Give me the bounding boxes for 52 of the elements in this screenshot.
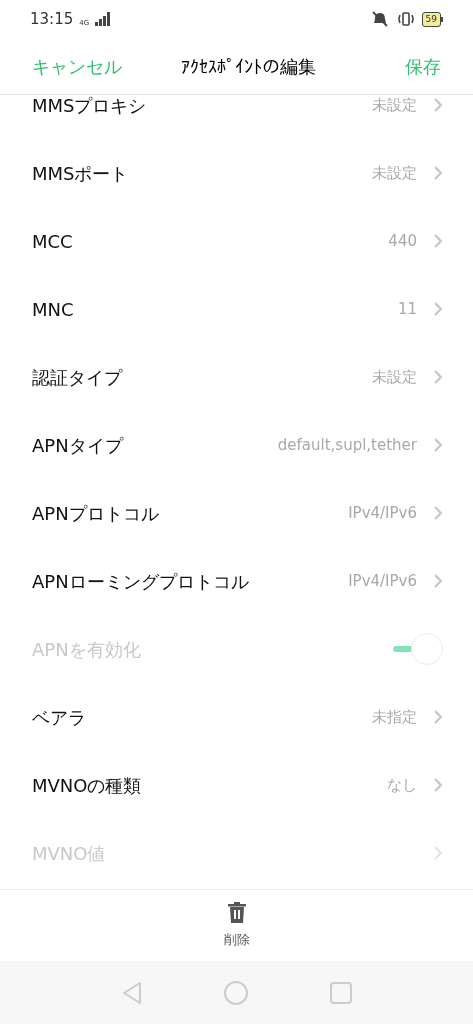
setting-value: なし — [387, 774, 417, 796]
chevron-icon — [433, 233, 443, 249]
setting-row[interactable]: MCC 440 — [0, 207, 473, 275]
setting-row[interactable]: ベアラ 未指定 — [0, 683, 473, 751]
setting-label: APNローミングプロトコル — [32, 569, 249, 594]
setting-row[interactable]: MMSプロキシ 未設定 — [0, 95, 473, 139]
setting-value: IPv4/IPv6 — [348, 502, 417, 524]
setting-value: 440 — [388, 230, 417, 252]
setting-label: MCC — [32, 229, 73, 254]
muted-bell-icon — [369, 11, 390, 27]
trash-icon — [226, 901, 247, 924]
setting-label: MVNOの種類 — [32, 773, 142, 798]
setting-label: MMSポート — [32, 161, 129, 186]
signal-icon — [95, 12, 112, 26]
setting-label: MMSプロキシ — [32, 95, 147, 118]
setting-label: 認証タイプ — [32, 365, 122, 390]
chevron-icon — [433, 165, 443, 181]
chevron-icon — [433, 777, 443, 793]
delete-button[interactable]: 削除 — [223, 901, 250, 950]
chevron-icon — [433, 573, 443, 589]
setting-label: MNC — [32, 297, 74, 322]
setting-label: APNタイプ — [32, 433, 123, 458]
setting-value: 未設定 — [372, 366, 417, 388]
setting-label: APNプロトコル — [32, 501, 159, 526]
chevron-icon — [433, 505, 443, 521]
chevron-icon — [433, 709, 443, 725]
clock: 13:15 — [30, 8, 74, 30]
setting-row[interactable]: MNC 11 — [0, 275, 473, 343]
setting-value: 未指定 — [372, 706, 417, 728]
chevron-icon — [433, 369, 443, 385]
chevron-icon — [433, 437, 443, 453]
chevron-icon — [433, 301, 443, 317]
setting-value: 未設定 — [372, 95, 417, 116]
home-icon[interactable] — [224, 980, 249, 1005]
back-icon[interactable] — [120, 980, 143, 1005]
recents-icon[interactable] — [330, 981, 353, 1004]
setting-row[interactable]: APNタイプ default,supl,tether — [0, 411, 473, 479]
vibrate-icon — [395, 11, 416, 27]
setting-value: 未設定 — [372, 162, 417, 184]
setting-value: default,supl,tether — [277, 434, 417, 456]
setting-row[interactable]: MMSポート 未設定 — [0, 139, 473, 207]
setting-value: IPv4/IPv6 — [348, 570, 417, 592]
setting-row[interactable]: 認証タイプ 未設定 — [0, 343, 473, 411]
setting-row[interactable]: MVNOの種類 なし — [0, 751, 473, 819]
battery-icon: 59 — [421, 11, 443, 27]
chevron-icon — [433, 845, 443, 861]
setting-row[interactable]: APNローミングプロトコル IPv4/IPv6 — [0, 547, 473, 615]
setting-label: ベアラ — [32, 705, 86, 730]
page-title: ｱｸｾｽﾎﾟｲﾝﾄの編集 — [181, 54, 316, 79]
chevron-icon — [433, 97, 443, 113]
setting-value: 11 — [397, 298, 417, 320]
setting-row[interactable]: APNプロトコル IPv4/IPv6 — [0, 479, 473, 547]
